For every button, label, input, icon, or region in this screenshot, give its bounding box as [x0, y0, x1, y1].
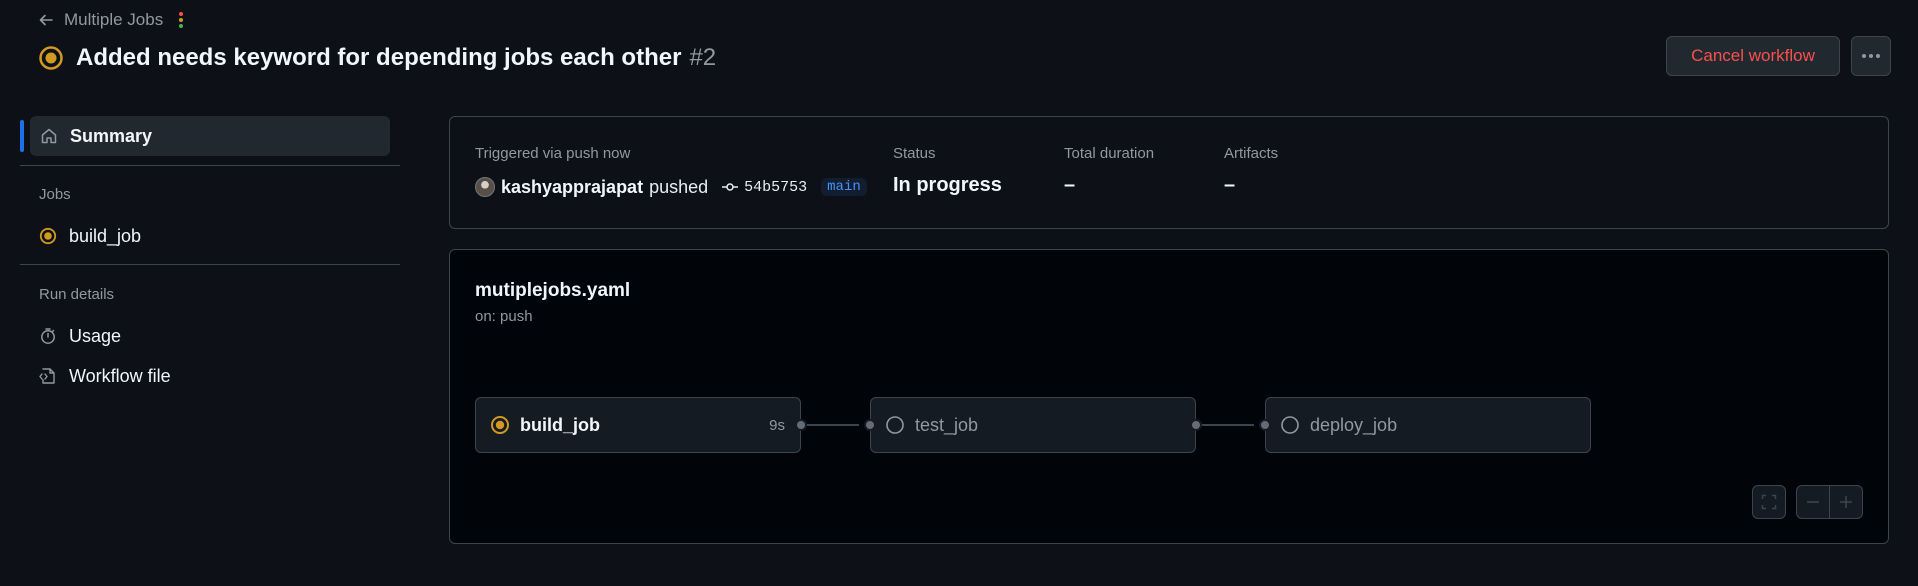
- sidebar-item-label: Summary: [70, 125, 153, 146]
- in-progress-icon: [490, 415, 510, 435]
- job-connector: [801, 424, 859, 426]
- stopwatch-icon: [39, 327, 57, 345]
- status-label: Status: [893, 145, 936, 162]
- in-progress-icon: [39, 227, 57, 245]
- in-progress-icon: [38, 45, 64, 71]
- artifacts-label: Artifacts: [1224, 145, 1279, 162]
- status-value: In progress: [893, 174, 1002, 196]
- workflow-file-name: mutiplejobs.yaml: [475, 280, 631, 301]
- sidebar-item-usage[interactable]: Usage: [39, 322, 121, 350]
- back-link[interactable]: Multiple Jobs: [64, 10, 163, 30]
- commit-link[interactable]: 54b5753: [722, 179, 807, 196]
- fullscreen-button[interactable]: [1752, 485, 1786, 519]
- zoom-out-icon: [1806, 495, 1820, 509]
- workflow-trigger: on: push: [475, 308, 533, 325]
- action-text: pushed: [649, 176, 709, 197]
- kebab-icon: [1862, 54, 1880, 58]
- queued-icon: [1280, 415, 1300, 435]
- arrow-left-icon[interactable]: [38, 12, 54, 28]
- job-connector: [1196, 424, 1254, 426]
- active-indicator: [20, 120, 24, 152]
- run-details-section-label: Run details: [39, 286, 115, 303]
- job-node-build-job[interactable]: build_job 9s: [475, 397, 801, 453]
- more-options-button[interactable]: [1851, 36, 1891, 76]
- file-code-icon: [39, 367, 57, 385]
- page-header: Added needs keyword for depending jobs e…: [38, 40, 716, 76]
- run-title: Added needs keyword for depending jobs e…: [76, 44, 682, 71]
- divider: [20, 165, 400, 166]
- cancel-workflow-button[interactable]: Cancel workflow: [1666, 36, 1840, 76]
- connector-dot: [795, 419, 807, 431]
- job-name: test_job: [915, 414, 979, 435]
- sidebar-item-label: build_job: [69, 225, 142, 246]
- commit-sha: 54b5753: [744, 178, 808, 196]
- divider: [20, 264, 400, 265]
- job-duration: 9s: [769, 416, 785, 434]
- trigger-info: kashyapprajapat pushed 54b5753 main: [475, 175, 867, 199]
- breadcrumb[interactable]: Multiple Jobs: [38, 9, 184, 31]
- connector-dot: [1190, 419, 1202, 431]
- job-name: deploy_job: [1310, 414, 1398, 435]
- run-summary-card: Triggered via push now kashyapprajapat p…: [449, 116, 1889, 229]
- sidebar-item-label: Workflow file: [69, 365, 171, 386]
- sidebar-item-summary[interactable]: Summary: [30, 116, 390, 156]
- artifacts-value: –: [1224, 174, 1236, 196]
- actor-link[interactable]: kashyapprajapat: [501, 177, 643, 198]
- run-number: #2: [689, 44, 717, 71]
- duration-label: Total duration: [1064, 145, 1155, 162]
- page-title: Added needs keyword for depending jobs e…: [76, 44, 716, 72]
- fullscreen-icon: [1761, 494, 1777, 510]
- home-icon: [40, 127, 58, 145]
- traffic-light-icon: [179, 12, 184, 28]
- branch-badge[interactable]: main: [821, 178, 867, 196]
- duration-value: –: [1064, 174, 1076, 196]
- job-node-deploy-job[interactable]: deploy_job: [1265, 397, 1591, 453]
- job-node-test-job[interactable]: test_job: [870, 397, 1196, 453]
- avatar[interactable]: [475, 177, 495, 197]
- trigger-label: Triggered via push now: [475, 145, 631, 162]
- zoom-in-button[interactable]: [1829, 485, 1863, 519]
- workflow-graph-card: mutiplejobs.yaml on: push build_job 9s t…: [449, 249, 1889, 544]
- sidebar-item-build-job[interactable]: build_job: [39, 222, 141, 250]
- zoom-out-button[interactable]: [1796, 485, 1830, 519]
- connector-dot: [1259, 419, 1271, 431]
- zoom-in-icon: [1839, 495, 1853, 509]
- queued-icon: [885, 415, 905, 435]
- sidebar-item-workflow-file[interactable]: Workflow file: [39, 362, 171, 390]
- jobs-section-label: Jobs: [39, 186, 71, 203]
- connector-dot: [864, 419, 876, 431]
- commit-icon: [722, 181, 739, 193]
- job-name: build_job: [520, 414, 600, 435]
- sidebar-item-label: Usage: [69, 325, 122, 346]
